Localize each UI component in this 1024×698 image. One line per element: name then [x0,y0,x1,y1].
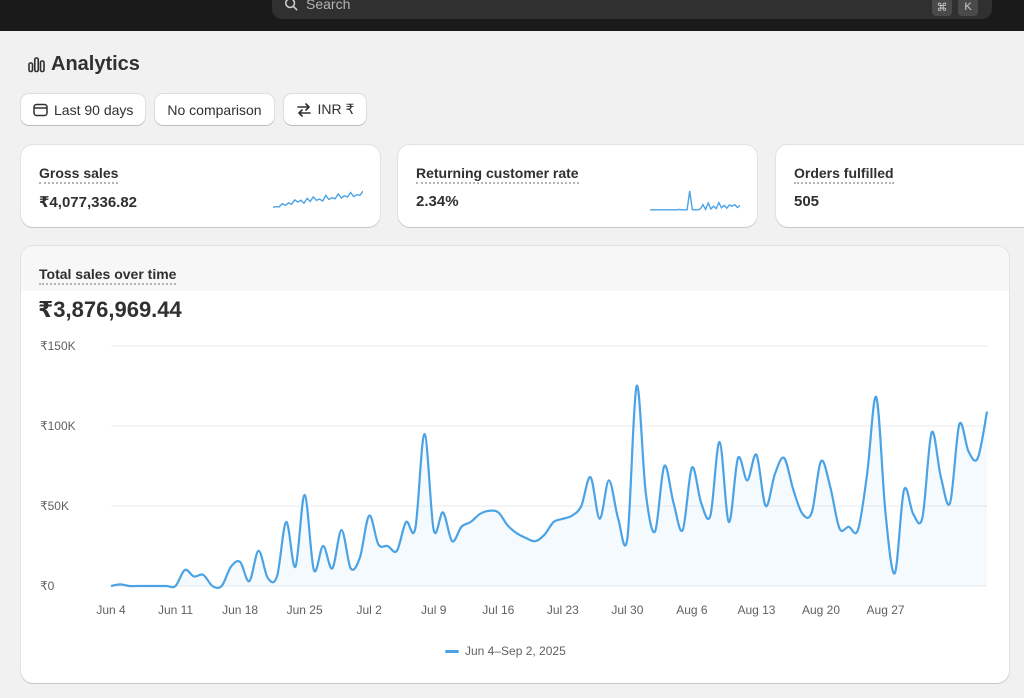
y-tick-label: ₹150K [40,339,76,353]
x-tick-label: Jul 2 [357,603,383,617]
returning-rate-sparkline-line [650,190,740,212]
y-tick-label: ₹0 [40,579,55,593]
x-tick-label: Jun 4 [96,603,126,617]
gross-sales-card[interactable]: Gross sales ₹4,077,336.82 [21,145,380,227]
comparison-label: No comparison [167,101,262,118]
orders-fulfilled-label: Orders fulfilled [794,165,894,184]
shortcut-key-cmd: ⌘ [932,0,952,16]
y-tick-label: ₹100K [40,419,76,433]
gross-sales-sparkline [273,190,363,208]
x-tick-label: Jul 9 [421,603,447,617]
shortcut-key-k: K [958,0,978,16]
returning-rate-sparkline [650,190,740,212]
gross-sales-sparkline-line [273,190,363,208]
search-placeholder: Search [306,0,351,12]
orders-fulfilled-card[interactable]: Orders fulfilled 505 [776,145,1024,227]
filter-bar: Last 90 days No comparison INR ₹ [21,94,376,125]
comparison-button[interactable]: No comparison [155,94,274,125]
page-title-text: Analytics [51,53,140,75]
x-tick-label: Jun 25 [287,603,323,617]
gross-sales-value: ₹4,077,336.82 [39,194,138,211]
date-range-label: Last 90 days [54,101,134,118]
y-tick-label: ₹50K [40,499,69,513]
x-tick-label: Jun 11 [158,603,193,617]
chart-legend[interactable]: Jun 4–Sep 2, 2025 [445,644,566,658]
x-tick-label: Aug 6 [676,603,708,617]
returning-customer-rate-card[interactable]: Returning customer rate 2.34% [398,145,757,227]
bar-chart-icon [28,57,45,73]
currency-button[interactable]: INR ₹ [283,94,367,125]
page-title: Analytics [28,53,140,76]
search-bar[interactable]: Search ⌘ K [272,0,992,19]
x-tick-label: Jul 16 [482,603,514,617]
currency-label: INR ₹ [317,101,355,117]
date-range-button[interactable]: Last 90 days [21,94,146,125]
x-tick-label: Jun 18 [222,603,258,617]
gross-sales-label: Gross sales [39,165,119,184]
x-tick-label: Aug 13 [737,603,775,617]
sales-area-fill [111,385,987,588]
top-bar: Search ⌘ K [0,0,1024,31]
calendar-icon [33,103,48,117]
total-sales-line-chart[interactable]: ₹150K ₹100K ₹50K ₹0 Jun 4 Jun 11 Jun 18 Jun 25 J… [21,246,1009,636]
orders-fulfilled-value: 505 [794,193,820,210]
search-icon [284,0,298,10]
x-tick-label: Jul 30 [611,603,643,617]
legend-label: Jun 4–Sep 2, 2025 [465,644,566,658]
returning-rate-label: Returning customer rate [416,165,579,184]
x-tick-label: Aug 27 [867,603,905,617]
x-tick-label: Aug 20 [802,603,840,617]
returning-rate-value: 2.34% [416,193,459,210]
x-tick-label: Jul 23 [547,603,579,617]
legend-swatch [445,649,459,653]
total-sales-chart-card: Total sales over time ₹3,876,969.44 ₹150… [21,246,1009,683]
currency-exchange-icon [296,102,311,117]
